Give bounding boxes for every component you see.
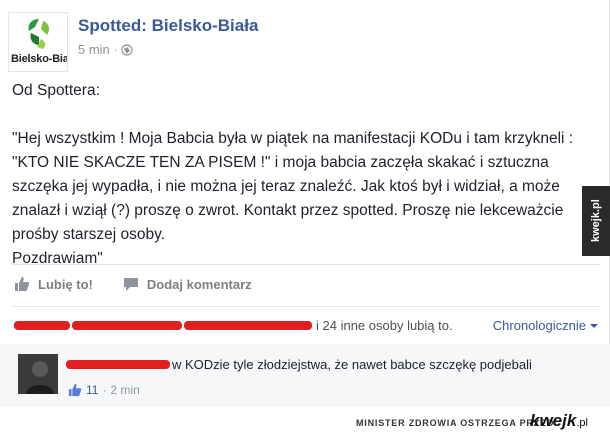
- post-card: Bielsko-Biał Spotted: Bielsko-Biała 5 mi…: [0, 0, 610, 407]
- globe-icon[interactable]: [121, 43, 134, 56]
- comment-time[interactable]: 2 min: [110, 383, 139, 397]
- kwejk-logo-text: kwejk: [530, 411, 577, 430]
- comment-label: Dodaj komentarz: [146, 276, 252, 292]
- thumbs-up-icon: [15, 277, 30, 291]
- comment-meta: 11 · 2 min: [68, 383, 140, 397]
- redaction-mark: [184, 321, 312, 330]
- person-photo-icon: [18, 354, 58, 394]
- redaction-mark: [14, 321, 70, 330]
- divider: [12, 264, 600, 265]
- redaction-mark: [72, 321, 182, 330]
- comment-section: [0, 344, 610, 407]
- likes-summary: i 24 inne osoby lubią to. Chronologiczni…: [14, 318, 604, 333]
- redaction-mark: [66, 360, 170, 369]
- like-button[interactable]: Lubię to!: [14, 276, 93, 292]
- post-intro: Od Spottera:: [12, 82, 100, 99]
- meta-separator: ·: [113, 43, 118, 56]
- watermark-warning: MINISTER ZDROWIA OSTRZEGA PRZED: [356, 418, 555, 428]
- commenter-avatar[interactable]: [18, 354, 58, 394]
- comment-text: w KODzie tyle złodziejstwa, że nawet bab…: [172, 357, 532, 372]
- comment-like-count[interactable]: 11: [86, 383, 98, 397]
- kwejk-logo: kwejk.pl: [530, 411, 588, 431]
- comment-order-dropdown[interactable]: Chronologicznie: [493, 318, 598, 333]
- likes-count-text[interactable]: i 24 inne osoby lubią to.: [316, 318, 453, 333]
- page-avatar[interactable]: Bielsko-Biał: [8, 12, 68, 72]
- meta-separator: ·: [102, 383, 107, 397]
- kwejk-side-watermark: kwejk.pl: [582, 186, 610, 256]
- post-text: Od Spottera: "Hej wszystkim ! Moja Babci…: [12, 79, 602, 271]
- avatar-caption: Bielsko-Biał: [11, 53, 68, 65]
- post-time[interactable]: 5 min: [78, 42, 110, 57]
- post-content: "Hej wszystkim ! Moja Babcia była w piąt…: [12, 130, 574, 267]
- kwejk-logo-suffix: .pl: [576, 417, 588, 429]
- thumbs-up-icon[interactable]: [68, 383, 82, 397]
- post-meta: 5 min ·: [78, 42, 134, 57]
- comment-order-label: Chronologicznie: [492, 318, 586, 333]
- comment: w KODzie tyle złodziejstwa, że nawet bab…: [66, 357, 532, 372]
- page-name-link[interactable]: Spotted: Bielsko-Biała: [78, 16, 258, 36]
- like-label: Lubię to!: [38, 276, 93, 292]
- caret-down-icon: [590, 323, 598, 328]
- post-actions: Lubię to! Dodaj komentarz: [14, 276, 252, 292]
- comment-button[interactable]: Dodaj komentarz: [123, 276, 252, 292]
- comment-bubble-icon: [123, 277, 138, 291]
- divider: [12, 306, 600, 307]
